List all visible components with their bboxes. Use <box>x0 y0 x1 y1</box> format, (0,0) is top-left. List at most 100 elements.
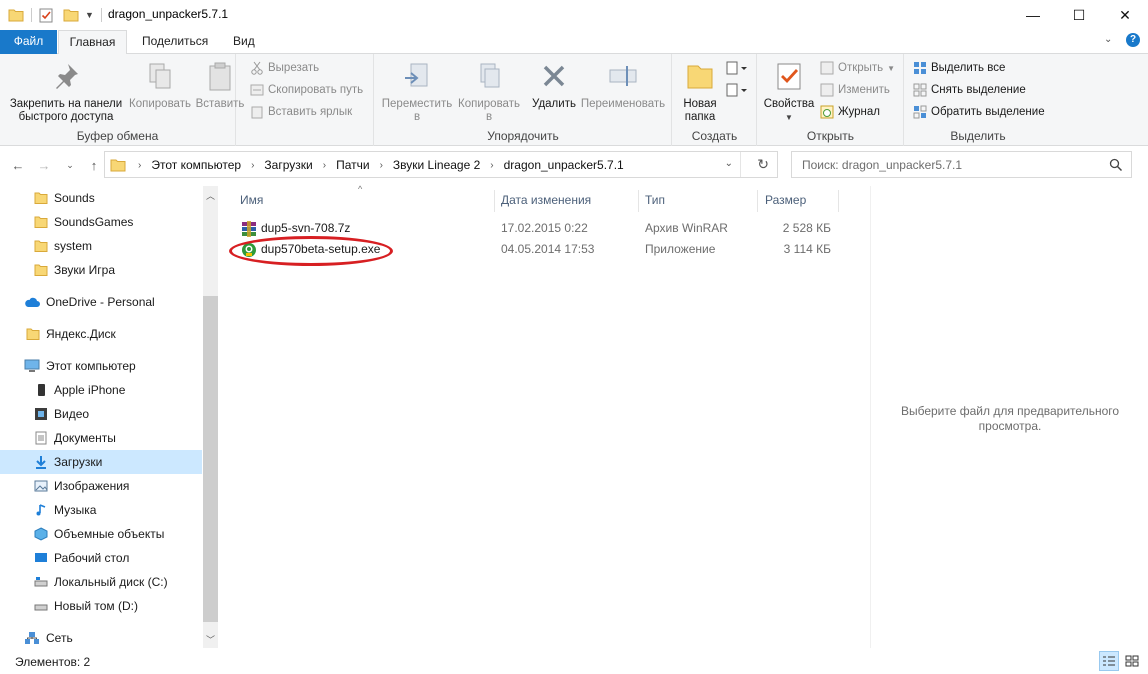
documents-icon <box>35 431 47 445</box>
properties-label: Свойства <box>763 98 815 110</box>
move-to-label-line1: Переместить <box>381 98 453 110</box>
address-history-chevron-icon[interactable]: ⌄ <box>725 158 733 169</box>
tab-share[interactable]: Поделиться <box>130 30 220 54</box>
nav-item-system[interactable]: system <box>0 234 202 258</box>
breadcrumb-chevron-icon[interactable]: › <box>484 160 499 171</box>
column-separator[interactable] <box>838 190 839 212</box>
nav-item-local-disk-c[interactable]: Локальный диск (C:) <box>0 570 202 594</box>
column-separator[interactable] <box>757 190 758 212</box>
folder-icon[interactable] <box>8 8 24 22</box>
nav-item-sounds[interactable]: Sounds <box>0 186 202 210</box>
new-folder-button[interactable]: Новая папка <box>677 58 723 124</box>
ribbon-tabs: Файл Главная Поделиться Вид ⌄ ? <box>0 30 1148 55</box>
properties-check-icon[interactable] <box>39 8 53 23</box>
nav-item-network[interactable]: Сеть <box>0 626 202 648</box>
minimize-button[interactable]: — <box>1010 0 1056 30</box>
phone-icon <box>38 384 45 396</box>
nav-item-desktop[interactable]: Рабочий стол <box>0 546 202 570</box>
scroll-up-chevron-icon[interactable]: ︿ <box>203 188 218 204</box>
copy-button[interactable]: Копировать <box>126 58 194 111</box>
column-header-size[interactable]: Размер <box>765 190 806 214</box>
nav-item-this-pc[interactable]: Этот компьютер <box>0 354 202 378</box>
column-header-name[interactable]: Имя <box>240 190 263 214</box>
large-icons-view-button[interactable] <box>1122 651 1142 671</box>
new-folder-icon[interactable] <box>63 8 79 22</box>
breadcrumb-chevron-icon[interactable]: › <box>317 160 332 171</box>
copy-path-button[interactable]: Скопировать путь <box>250 80 363 100</box>
delete-button[interactable]: Удалить <box>527 58 581 111</box>
breadcrumb-chevron-icon[interactable]: › <box>374 160 389 171</box>
properties-button[interactable]: Свойства ▼ <box>760 58 818 124</box>
move-to-button[interactable]: Переместить в <box>379 58 455 124</box>
column-header-date[interactable]: Дата изменения <box>501 190 591 214</box>
nav-item-video[interactable]: Видео <box>0 402 202 426</box>
navigation-scrollbar-thumb[interactable] <box>203 296 218 622</box>
tab-file[interactable]: Файл <box>0 30 57 54</box>
forward-arrow-icon[interactable]: → <box>36 157 52 173</box>
nav-item-label: Sounds <box>54 191 95 205</box>
edit-button[interactable]: Изменить <box>820 80 890 100</box>
column-separator[interactable] <box>494 190 495 212</box>
drive-icon <box>34 577 48 587</box>
nav-item-3d-objects[interactable]: Объемные объекты <box>0 522 202 546</box>
create-group-label: Создать <box>691 129 738 143</box>
nav-item-zvuki-igra[interactable]: Звуки Игра <box>0 258 202 282</box>
invert-selection-button[interactable]: Обратить выделение <box>913 102 1045 122</box>
breadcrumb-item[interactable]: Патчи <box>332 158 374 172</box>
breadcrumb-item[interactable]: Этот компьютер <box>147 158 245 172</box>
search-icon[interactable] <box>1109 158 1123 172</box>
nav-item-documents[interactable]: Документы <box>0 426 202 450</box>
open-dropdown-icon[interactable]: ▼ <box>887 64 895 73</box>
back-arrow-icon[interactable]: ← <box>10 157 26 173</box>
organize-group: Переместить в Копировать в Удалить Переи… <box>375 54 672 146</box>
recent-locations-chevron-icon[interactable]: ⌄ <box>62 157 78 173</box>
computer-icon <box>24 359 40 372</box>
nav-item-downloads[interactable]: Загрузки <box>0 450 202 474</box>
nav-item-yandex-disk[interactable]: Яндекс.Диск <box>0 322 202 346</box>
folder-icon <box>34 216 48 228</box>
copy-to-button[interactable]: Копировать в <box>453 58 525 124</box>
open-button[interactable]: Открыть ▼ <box>820 58 895 78</box>
nav-item-apple-iphone[interactable]: Apple iPhone <box>0 378 202 402</box>
close-button[interactable]: ✕ <box>1102 0 1148 30</box>
help-icon[interactable]: ? <box>1126 33 1140 47</box>
maximize-button[interactable]: ☐ <box>1056 0 1102 30</box>
nav-item-label: Новый том (D:) <box>54 599 138 613</box>
breadcrumb-item[interactable]: Загрузки <box>260 158 316 172</box>
pin-label-line1: Закрепить на панели <box>9 98 123 110</box>
nav-item-onedrive[interactable]: OneDrive - Personal <box>0 290 202 314</box>
nav-item-music[interactable]: Музыка <box>0 498 202 522</box>
easy-access-icon[interactable] <box>725 82 747 98</box>
rename-button[interactable]: Переименовать <box>577 58 669 111</box>
select-all-button[interactable]: Выделить все <box>913 58 1005 78</box>
select-none-button[interactable]: Снять выделение <box>913 80 1026 100</box>
search-input[interactable]: Поиск: dragon_unpacker5.7.1 <box>791 151 1132 178</box>
chevron-down-icon[interactable]: ⌄ <box>1104 34 1112 45</box>
details-view-button[interactable] <box>1099 651 1119 671</box>
breadcrumb-chevron-icon[interactable]: › <box>132 160 147 171</box>
breadcrumb-item[interactable]: Звуки Lineage 2 <box>389 158 484 172</box>
column-header-type[interactable]: Тип <box>645 190 665 214</box>
up-arrow-icon[interactable]: ↑ <box>86 157 102 173</box>
pin-quick-access-button[interactable]: Закрепить на панели быстрого доступа <box>4 58 128 124</box>
nav-item-soundsgames[interactable]: SoundsGames <box>0 210 202 234</box>
refresh-icon[interactable]: ↻ <box>757 156 769 173</box>
breadcrumb-item[interactable]: dragon_unpacker5.7.1 <box>500 158 628 172</box>
status-bar: Элементов: 2 <box>0 648 1148 674</box>
sort-arrow-icon: ^ <box>358 184 363 194</box>
breadcrumb: › Этот компьютер › Загрузки › Патчи › Зв… <box>106 157 628 173</box>
cut-button[interactable]: Вырезать <box>250 58 319 78</box>
customize-toolbar-arrow-icon[interactable]: ▼ <box>85 10 94 20</box>
column-separator[interactable] <box>638 190 639 212</box>
scroll-down-chevron-icon[interactable]: ﹀ <box>203 632 218 648</box>
new-item-icon[interactable] <box>725 60 747 76</box>
tab-home[interactable]: Главная <box>58 30 127 55</box>
file-date: 17.02.2015 0:22 <box>501 221 588 235</box>
paste-shortcut-button[interactable]: Вставить ярлык <box>250 102 352 122</box>
history-button[interactable]: Журнал <box>820 102 880 122</box>
nav-item-pictures[interactable]: Изображения <box>0 474 202 498</box>
breadcrumb-chevron-icon[interactable]: › <box>245 160 260 171</box>
tab-view[interactable]: Вид <box>221 30 267 54</box>
nav-item-new-volume-d[interactable]: Новый том (D:) <box>0 594 202 618</box>
properties-dropdown-icon[interactable]: ▼ <box>760 111 818 124</box>
